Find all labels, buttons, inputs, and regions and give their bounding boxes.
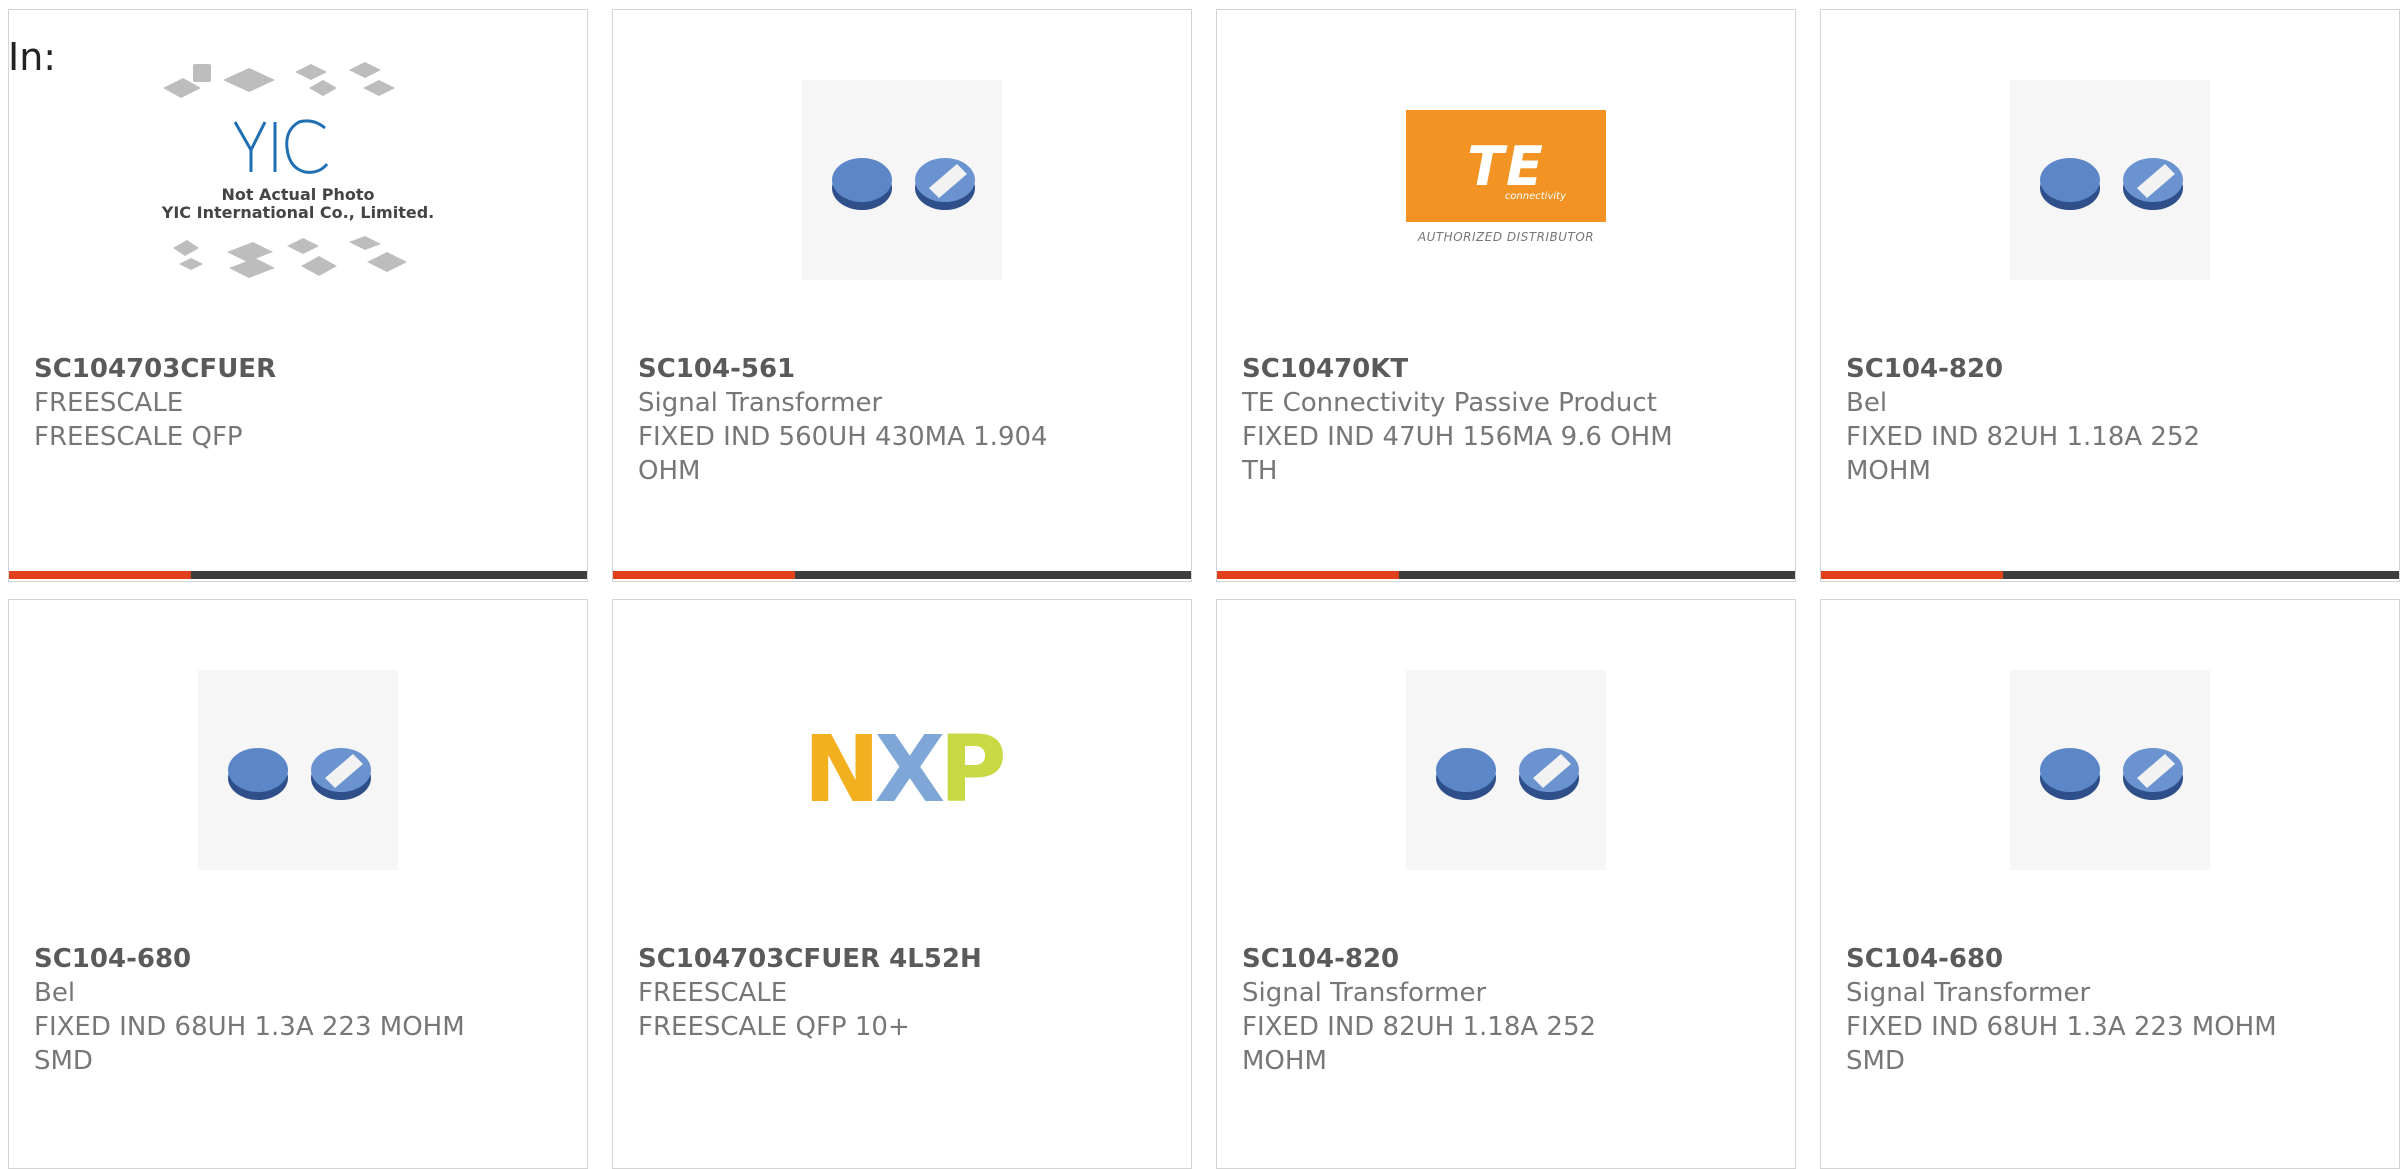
description: FIXED IND 82UH 1.18A 252 [1242,1012,1597,1042]
manufacturer: TE Connectivity Passive Product [1242,388,1657,418]
product-card[interactable]: SC104-561 Signal Transformer FIXED IND 5… [612,9,1192,582]
part-number[interactable]: SC104-680 [1846,942,2379,976]
product-image[interactable]: NXP [613,600,1191,940]
inductor-photo [198,670,398,870]
product-card[interactable]: TE connectivity AUTHORIZED DISTRIBUTOR S… [1216,9,1796,582]
nxp-letter-x: X [874,716,945,823]
product-card[interactable]: Not Actual Photo YIC International Co., … [8,9,588,582]
description-cont: MOHM [1846,456,1931,486]
description: FREESCALE QFP 10+ [638,1012,910,1042]
description-cont: MOHM [1242,1046,1327,1076]
inductor-icon [2040,158,2183,210]
inductor-icon [228,748,371,800]
inductor-photo [1406,670,1606,870]
description-cont: TH [1242,456,1278,486]
product-info: SC104-820 Bel FIXED IND 82UH 1.18A 252 M… [1846,352,2379,488]
te-box: TE connectivity [1406,110,1606,222]
inductor-photo [802,80,1002,280]
product-info: SC104-680 Signal Transformer FIXED IND 6… [1846,942,2379,1078]
product-info: SC104703CFUER FREESCALE FREESCALE QFP [34,352,567,454]
card-bar-accent [1217,571,1399,579]
product-image[interactable] [1217,600,1795,940]
manufacturer: Signal Transformer [1242,978,1487,1008]
nxp-letter-p: P [939,716,1006,823]
product-card[interactable]: SC104-680 Bel FIXED IND 68UH 1.3A 223 MO… [8,599,588,1169]
description-cont: SMD [34,1046,93,1076]
yic-placeholder-image: Not Actual Photo YIC International Co., … [161,62,434,278]
yic-line1: Not Actual Photo [221,185,374,204]
product-info: SC10470KT TE Connectivity Passive Produc… [1242,352,1775,488]
part-number[interactable]: SC104-820 [1242,942,1775,976]
nxp-logo: NXP [803,724,1006,816]
authorized-distributor: AUTHORIZED DISTRIBUTOR [1417,230,1595,244]
part-number[interactable]: SC104-820 [1846,352,2379,386]
description-cont: SMD [1846,1046,1905,1076]
manufacturer: Signal Transformer [638,388,883,418]
in-label: In: [8,35,57,79]
card-bar-accent [9,571,191,579]
card-bar [9,571,587,579]
product-info: SC104-680 Bel FIXED IND 68UH 1.3A 223 MO… [34,942,567,1078]
product-info: SC104703CFUER 4L52H FREESCALE FREESCALE … [638,942,1171,1044]
description: FIXED IND 68UH 1.3A 223 MOHM [34,1012,465,1042]
product-info: SC104-561 Signal Transformer FIXED IND 5… [638,352,1171,488]
product-info: SC104-820 Signal Transformer FIXED IND 8… [1242,942,1775,1078]
description: FIXED IND 68UH 1.3A 223 MOHM [1846,1012,2277,1042]
inductor-icon [2040,748,2183,800]
product-card[interactable]: NXP SC104703CFUER 4L52H FREESCALE FREESC… [612,599,1192,1169]
product-image[interactable] [1821,10,2399,350]
yic-line2: YIC International Co., Limited. [161,203,434,222]
inductor-photo [2010,670,2210,870]
part-number[interactable]: SC10470KT [1242,352,1775,386]
product-image[interactable] [1821,600,2399,940]
card-bar [1821,571,2399,579]
product-image[interactable]: Not Actual Photo YIC International Co., … [9,10,587,350]
te-sub: connectivity [1504,191,1566,202]
manufacturer: Signal Transformer [1846,978,2091,1008]
card-bar-accent [1821,571,2003,579]
part-number[interactable]: SC104703CFUER 4L52H [638,942,1171,976]
manufacturer: Bel [34,978,76,1008]
product-image[interactable] [613,10,1191,350]
product-card[interactable]: SC104-680 Signal Transformer FIXED IND 6… [1820,599,2400,1169]
nxp-letter-n: N [803,716,880,823]
product-card[interactable]: SC104-820 Bel FIXED IND 82UH 1.18A 252 M… [1820,9,2400,582]
description: FREESCALE QFP [34,422,243,452]
te-name: TE [1467,134,1545,198]
inductor-photo [2010,80,2210,280]
description: FIXED IND 47UH 156MA 9.6 OHM [1242,422,1673,452]
inductor-icon [1436,748,1579,800]
description: FIXED IND 560UH 430MA 1.904 [638,422,1048,452]
part-number[interactable]: SC104-561 [638,352,1171,386]
te-logo: TE connectivity AUTHORIZED DISTRIBUTOR [1406,110,1606,250]
description: FIXED IND 82UH 1.18A 252 [1846,422,2201,452]
manufacturer: Bel [1846,388,1888,418]
product-image[interactable] [9,600,587,940]
part-number[interactable]: SC104703CFUER [34,352,567,386]
card-bar [1217,571,1795,579]
part-number[interactable]: SC104-680 [34,942,567,976]
card-bar [613,571,1191,579]
card-bar-accent [613,571,795,579]
manufacturer: FREESCALE [638,978,788,1008]
product-card[interactable]: SC104-820 Signal Transformer FIXED IND 8… [1216,599,1796,1169]
product-image[interactable]: TE connectivity AUTHORIZED DISTRIBUTOR [1217,10,1795,350]
manufacturer: FREESCALE [34,388,184,418]
description-cont: OHM [638,456,701,486]
inductor-icon [832,158,975,210]
